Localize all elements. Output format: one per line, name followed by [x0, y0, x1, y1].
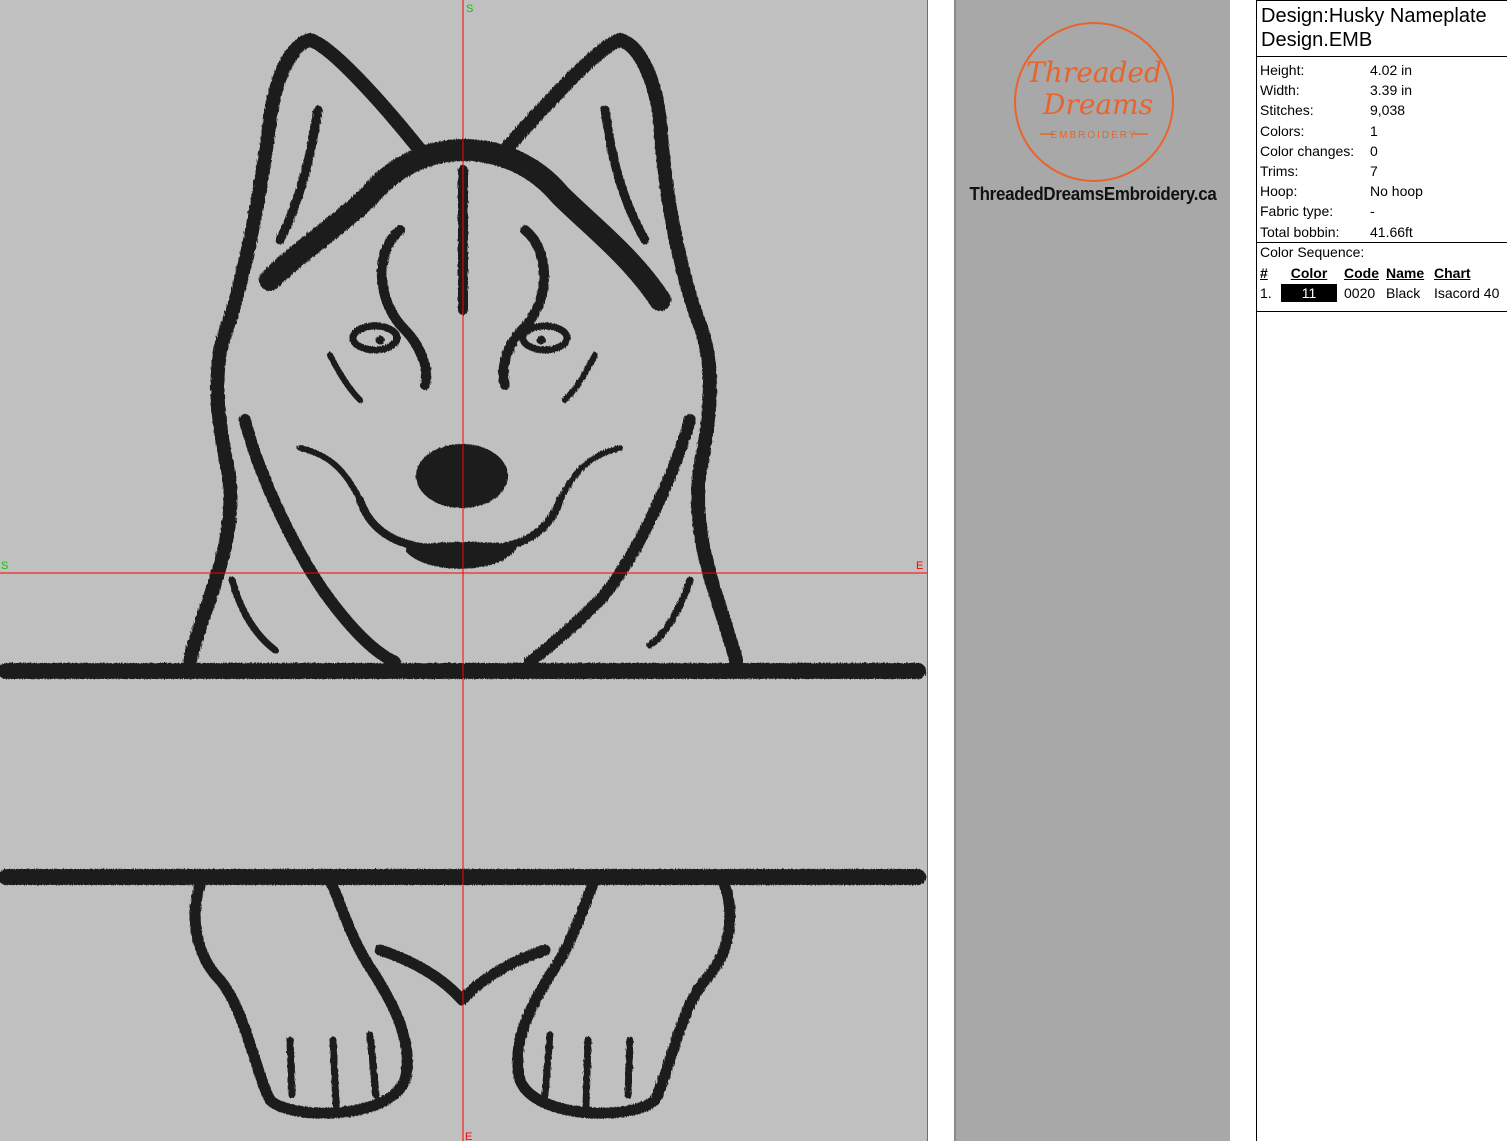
design-title: Design:Husky Nameplate Design.EMB	[1257, 0, 1507, 57]
design-canvas[interactable]: S S E E	[0, 0, 928, 1141]
gutter-2	[1230, 0, 1256, 1141]
gutter	[928, 0, 954, 1141]
logo-line3: EMBROIDERY	[1050, 130, 1137, 141]
sequence-num: 1.	[1260, 284, 1272, 301]
header-code: Code	[1344, 264, 1379, 281]
property-row: Colors: 1	[1260, 122, 1378, 139]
marker-right: E	[916, 560, 923, 572]
property-row: Color changes: 0	[1260, 142, 1378, 159]
marker-bottom: E	[465, 1131, 472, 1141]
color-swatch-cell: 11	[1280, 283, 1338, 302]
marker-left: S	[1, 560, 8, 572]
property-row: Fabric type: -	[1260, 203, 1375, 220]
property-row: Trims: 7	[1260, 163, 1378, 180]
thread-chart: Isacord 40	[1434, 284, 1500, 301]
header-color: Color	[1290, 264, 1328, 281]
header-name: Name	[1386, 264, 1425, 281]
embroidery-preview: S S E E	[0, 0, 927, 1141]
color-sequence-row[interactable]: 1. 11 0020 Black Isacord 40	[1257, 283, 1507, 303]
property-row: Hoop: No hoop	[1260, 183, 1423, 200]
property-row: Total bobbin: 41.66ft	[1260, 223, 1413, 240]
logo-line2: Dreams	[1042, 88, 1153, 121]
design-title-line2: Design.EMB	[1261, 29, 1373, 51]
sequence-divider	[1257, 303, 1507, 312]
logo-line1: Threaded	[1026, 56, 1162, 89]
design-info-panel: Design:Husky Nameplate Design.EMB Height…	[1256, 0, 1507, 1141]
design-title-line1: Design:Husky Nameplate	[1261, 5, 1487, 27]
color-swatch: 11	[1281, 283, 1337, 302]
property-row: Width: 3.39 in	[1260, 82, 1413, 99]
color-sequence-title: Color Sequence:	[1260, 243, 1365, 260]
color-sequence-header: # Color Code Name Chart	[1257, 263, 1507, 283]
website-label: ThreadedDreamsEmbroidery.ca	[969, 184, 1217, 204]
marker-top: S	[466, 3, 473, 15]
header-chart: Chart	[1434, 264, 1471, 281]
property-row: Stitches: 9,038	[1260, 102, 1406, 119]
logo-panel: Threaded Dreams EMBROIDERY ThreadedDream…	[954, 0, 1230, 1141]
header-num: #	[1260, 264, 1268, 281]
properties-list: Height: 4.02 in Width: 3.39 in Stitches: 9,…	[1257, 57, 1507, 243]
thread-code: 0020	[1344, 284, 1376, 301]
property-row: Height: 4.02 in	[1260, 62, 1413, 79]
brand-logo: Threaded Dreams EMBROIDERY	[1014, 22, 1174, 182]
thread-name: Black	[1386, 284, 1421, 301]
